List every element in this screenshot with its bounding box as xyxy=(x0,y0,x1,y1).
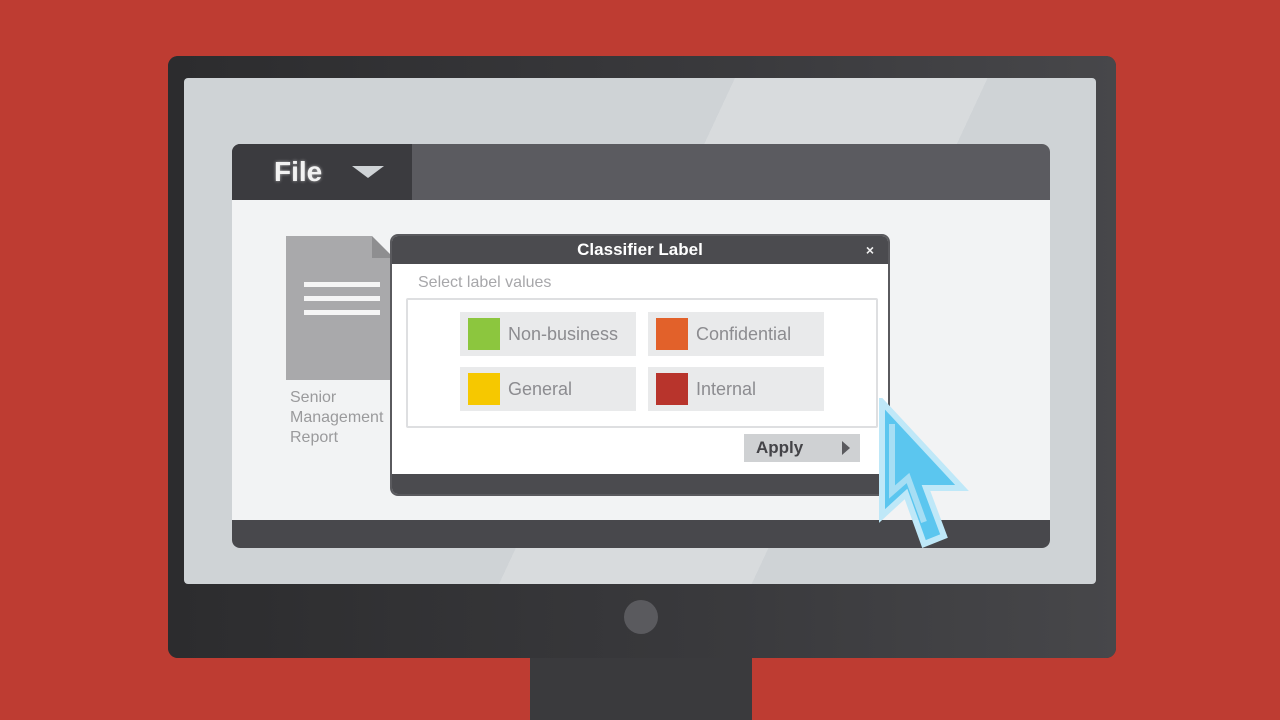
file-menu-button[interactable]: File xyxy=(232,144,412,200)
color-swatch xyxy=(468,318,500,350)
classifier-label-dialog: Classifier Label × Select label values N… xyxy=(392,236,888,494)
label-option-non-business[interactable]: Non-business xyxy=(460,312,636,356)
apply-button-label: Apply xyxy=(756,438,804,457)
label-option-text: Internal xyxy=(696,378,757,399)
play-icon xyxy=(842,441,850,455)
color-swatch xyxy=(656,318,688,350)
document-line xyxy=(304,282,380,287)
label-option-text: General xyxy=(508,378,573,399)
document-line xyxy=(304,310,380,315)
label-option-confidential[interactable]: Confidential xyxy=(648,312,824,356)
dialog-header: Classifier Label × xyxy=(392,236,888,264)
monitor-stand xyxy=(530,658,752,720)
dialog-prompt: Select label values xyxy=(418,274,552,291)
label-option-text: Confidential xyxy=(696,323,792,344)
chevron-down-icon xyxy=(352,166,385,178)
label-option-internal[interactable]: Internal xyxy=(648,367,824,411)
color-swatch xyxy=(468,373,500,405)
pointer-cursor-icon xyxy=(879,398,969,548)
file-menu-label: File xyxy=(274,156,323,187)
color-swatch xyxy=(656,373,688,405)
dialog-footer xyxy=(392,474,888,494)
label-options: Non-business Confidential General Intern… xyxy=(406,298,878,428)
power-button xyxy=(624,600,658,634)
label-option-text: Non-business xyxy=(508,323,619,344)
document-icon[interactable] xyxy=(286,236,394,380)
document-caption: Senior Management Report xyxy=(290,389,384,446)
label-option-general[interactable]: General xyxy=(460,367,636,411)
apply-button[interactable]: Apply xyxy=(744,434,860,462)
app-titlebar: File xyxy=(232,144,1050,200)
document-line xyxy=(304,296,380,301)
dialog-title: Classifier Label xyxy=(577,240,703,259)
close-icon[interactable]: × xyxy=(862,242,878,258)
document-fold xyxy=(372,236,394,258)
